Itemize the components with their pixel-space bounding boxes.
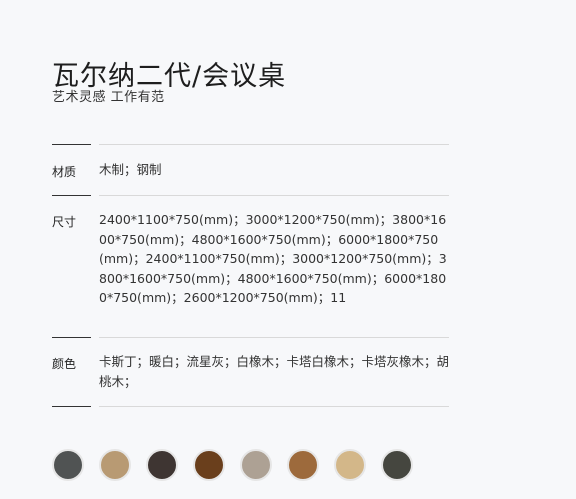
spec-label-color: 颜色 xyxy=(52,357,77,371)
product-subtitle: 艺术灵感 工作有范 xyxy=(52,90,165,105)
row-divider xyxy=(99,337,449,338)
row-divider xyxy=(99,406,449,407)
spec-value-size: 2400*1100*750(mm)；3000*1200*750(mm)；3800… xyxy=(99,212,447,305)
color-swatch-walnut[interactable] xyxy=(193,449,225,481)
spec-table-end xyxy=(52,406,449,407)
spec-label-material: 材质 xyxy=(52,165,77,179)
spec-table: 材质 木制；钢制 尺寸 2400*1100*750(mm)；3000*1200*… xyxy=(52,144,449,407)
row-divider-accent xyxy=(52,337,91,338)
spec-row-size: 尺寸 2400*1100*750(mm)；3000*1200*750(mm)；3… xyxy=(52,195,449,337)
spec-value-material: 木制；钢制 xyxy=(99,162,162,177)
color-swatch-light-beige[interactable] xyxy=(334,449,366,481)
row-divider xyxy=(99,144,449,145)
color-swatch-light-oak[interactable] xyxy=(99,449,131,481)
row-divider-accent xyxy=(52,406,91,407)
row-divider-accent xyxy=(52,195,91,196)
color-swatch-charcoal[interactable] xyxy=(381,449,413,481)
spec-row-material: 材质 木制；钢制 xyxy=(52,144,449,195)
color-swatch-teak[interactable] xyxy=(287,449,319,481)
row-divider xyxy=(99,195,449,196)
spec-row-color: 颜色 卡斯丁；暖白；流星灰；白橡木；卡塔白橡木；卡塔灰橡木；胡桃木； xyxy=(52,337,449,406)
color-swatch-list xyxy=(52,449,413,481)
spec-value-color: 卡斯丁；暖白；流星灰；白橡木；卡塔白橡木；卡塔灰橡木；胡桃木； xyxy=(99,354,450,389)
row-divider-accent xyxy=(52,144,91,145)
spec-label-size: 尺寸 xyxy=(52,215,77,229)
color-swatch-dark-gray[interactable] xyxy=(52,449,84,481)
color-swatch-dark-brown[interactable] xyxy=(146,449,178,481)
color-swatch-gray-oak[interactable] xyxy=(240,449,272,481)
